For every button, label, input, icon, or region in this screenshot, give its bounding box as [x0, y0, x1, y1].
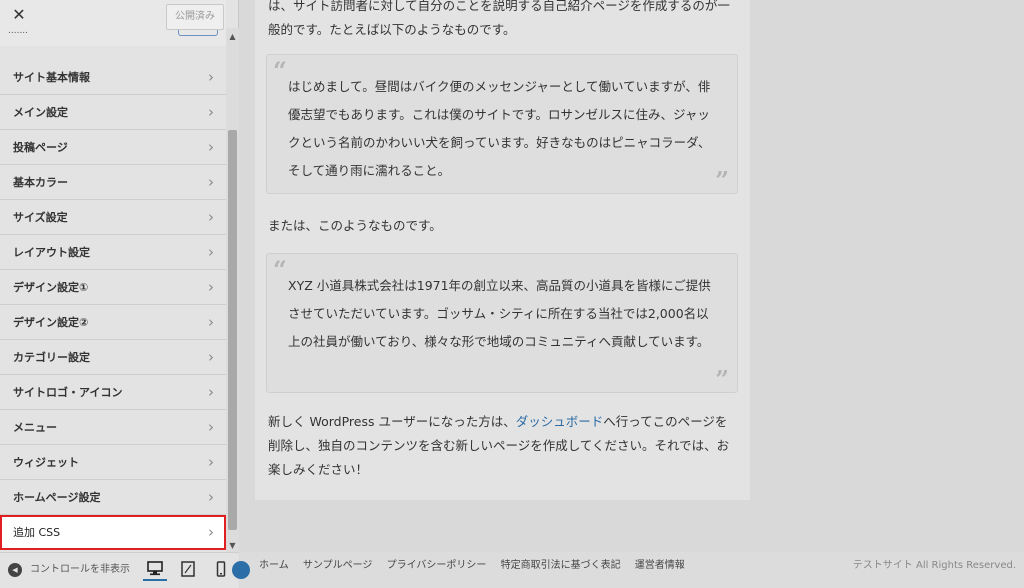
menu-item-layout-settings[interactable]: レイアウト設定 › [0, 235, 226, 270]
menu-item-main-settings[interactable]: メイン設定 › [0, 95, 226, 130]
footer-link-commercial-transactions[interactable]: 特定商取引法に基づく表記 [501, 560, 621, 571]
chevron-right-icon: › [208, 68, 214, 86]
dashboard-link[interactable]: ダッシュボード [516, 414, 604, 429]
customizer-header: ✕ 公開済み ....... [0, 0, 226, 46]
quote-open-icon: “ [273, 255, 287, 284]
publish-button[interactable]: 公開済み [166, 4, 224, 30]
menu-item-label: 追加 CSS [13, 526, 61, 539]
wordpress-edit-icon[interactable] [232, 561, 250, 579]
chevron-right-icon: › [208, 523, 214, 541]
customizer-footer: ◀ コントロールを非表示 [0, 552, 239, 588]
chevron-right-icon: › [208, 103, 214, 121]
mobile-preview-icon[interactable] [209, 559, 233, 581]
menu-item-label: デザイン設定① [13, 281, 89, 294]
quote-open-icon: “ [273, 56, 287, 85]
hide-controls-button[interactable]: コントロールを非表示 [30, 553, 134, 587]
site-preview: は、サイト訪問者に対して自分のことを説明する自己紹介ページを作成するのが一般的で… [232, 0, 1024, 588]
intro-paragraph: は、サイト訪問者に対して自分のことを説明する自己紹介ページを作成するのが一般的で… [268, 0, 730, 37]
sidebar-scrollbar[interactable]: ▲ ▼ [226, 28, 239, 552]
close-icon[interactable]: ✕ [8, 4, 30, 26]
chevron-right-icon: › [208, 173, 214, 191]
footer-nav: ホーム サンプルページ プライバシーポリシー 特定商取引法に基づく表記 運営者情… [259, 552, 696, 580]
menu-item-homepage-settings[interactable]: ホームページ設定 › [0, 480, 226, 515]
quote-close-icon: ” [715, 365, 729, 394]
copyright: テストサイト All Rights Reserved. [852, 560, 1016, 571]
desktop-preview-icon[interactable] [143, 559, 167, 581]
blockquote: “ はじめまして。昼間はバイク便のメッセンジャーとして働いていますが、俳優志望で… [266, 54, 738, 194]
blockquote: “ XYZ 小道具株式会社は1971年の創立以来、高品質の小道具を皆様にご提供さ… [266, 253, 738, 393]
menu-item-label: メニュー [13, 421, 57, 434]
quote-text: はじめまして。昼間はバイク便のメッセンジャーとして働いていますが、俳優志望でもあ… [288, 79, 711, 178]
menu-item-widgets[interactable]: ウィジェット › [0, 445, 226, 480]
chevron-right-icon: › [208, 138, 214, 156]
scrollbar-thumb[interactable] [228, 130, 237, 530]
menu-item-label: ウィジェット [13, 456, 79, 469]
tablet-preview-icon[interactable] [176, 559, 200, 581]
menu-item-label: レイアウト設定 [13, 246, 90, 259]
chevron-right-icon: › [208, 488, 214, 506]
chevron-right-icon: › [208, 348, 214, 366]
menu-item-label: デザイン設定② [13, 316, 89, 329]
middle-paragraph: または、このようなものです。 [268, 218, 442, 233]
scroll-down-arrow-icon[interactable]: ▼ [226, 541, 239, 550]
outro-paragraph: 新しく WordPress ユーザーになった方は、ダッシュボードへ行ってこのペー… [268, 410, 738, 482]
collapse-arrow-icon[interactable]: ◀ [8, 563, 22, 577]
chevron-right-icon: › [208, 418, 214, 436]
menu-item-design-settings-1[interactable]: デザイン設定① › [0, 270, 226, 305]
site-footer: ホーム サンプルページ プライバシーポリシー 特定商取引法に基づく表記 運営者情… [232, 552, 1024, 588]
menu-item-design-settings-2[interactable]: デザイン設定② › [0, 305, 226, 340]
chevron-right-icon: › [208, 453, 214, 471]
menu-item-label: サイト基本情報 [13, 71, 90, 84]
footer-link-operator-info[interactable]: 運営者情報 [635, 560, 685, 571]
scroll-up-arrow-icon[interactable]: ▲ [226, 32, 239, 41]
chevron-right-icon: › [208, 278, 214, 296]
menu-item-label: カテゴリー設定 [13, 351, 90, 364]
chevron-right-icon: › [208, 313, 214, 331]
menu-item-site-logo-icon[interactable]: サイトロゴ・アイコン › [0, 375, 226, 410]
header-partial-text: ....... [8, 26, 29, 36]
footer-link-sample-page[interactable]: サンプルページ [303, 560, 373, 571]
footer-link-privacy-policy[interactable]: プライバシーポリシー [387, 560, 487, 571]
header-partial-button [178, 30, 218, 36]
quote-text: XYZ 小道具株式会社は1971年の創立以来、高品質の小道具を皆様にご提供させて… [288, 278, 711, 349]
menu-item-site-info[interactable]: サイト基本情報 › [0, 60, 226, 95]
customizer-sidebar: ✕ 公開済み ....... サイト基本情報 › メイン設定 › 投稿ページ › 基本… [0, 0, 239, 588]
footer-link-home[interactable]: ホーム [259, 560, 289, 571]
menu-item-base-color[interactable]: 基本カラー › [0, 165, 226, 200]
customizer-menu: サイト基本情報 › メイン設定 › 投稿ページ › 基本カラー › サイズ設定 › レイア… [0, 60, 226, 550]
menu-item-label: ホームページ設定 [13, 491, 101, 504]
menu-item-label: メイン設定 [13, 106, 68, 119]
menu-item-menus[interactable]: メニュー › [0, 410, 226, 445]
chevron-right-icon: › [208, 243, 214, 261]
menu-item-category-settings[interactable]: カテゴリー設定 › [0, 340, 226, 375]
chevron-right-icon: › [208, 208, 214, 226]
menu-item-size-settings[interactable]: サイズ設定 › [0, 200, 226, 235]
menu-item-label: 基本カラー [13, 176, 68, 189]
menu-item-post-page[interactable]: 投稿ページ › [0, 130, 226, 165]
menu-item-additional-css[interactable]: 追加 CSS › [0, 515, 226, 550]
menu-item-label: 投稿ページ [13, 141, 68, 154]
page-content: は、サイト訪問者に対して自分のことを説明する自己紹介ページを作成するのが一般的で… [255, 0, 750, 500]
chevron-right-icon: › [208, 383, 214, 401]
quote-close-icon: ” [715, 166, 729, 195]
outro-text: 新しく WordPress ユーザーになった方は、 [268, 414, 516, 429]
menu-item-label: サイズ設定 [13, 211, 68, 224]
menu-item-label: サイトロゴ・アイコン [13, 386, 123, 399]
